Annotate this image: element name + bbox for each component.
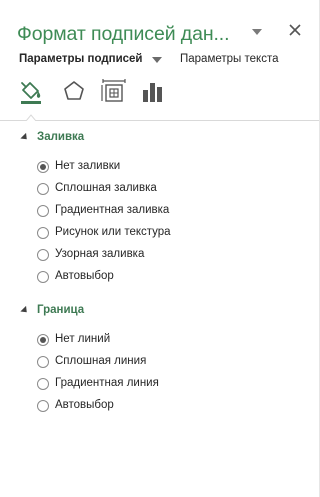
radio-label: Нет линий	[55, 333, 111, 345]
collapse-triangle-icon[interactable]	[20, 132, 30, 143]
pane-options-dropdown-icon[interactable]	[252, 29, 262, 35]
chevron-down-icon[interactable]	[152, 57, 162, 63]
radio-label: Автовыбор	[55, 270, 114, 282]
radio-button[interactable]	[37, 161, 49, 173]
collapse-triangle-icon[interactable]	[20, 305, 30, 316]
radio-label: Градиентная заливка	[55, 204, 170, 216]
radio-option-solid-fill[interactable]: Сплошная заливка	[0, 180, 320, 200]
radio-option-picture-texture-fill[interactable]: Рисунок или текстура	[0, 224, 320, 244]
radio-label: Градиентная линия	[55, 377, 159, 389]
radio-button[interactable]	[37, 334, 49, 346]
radio-option-automatic-fill[interactable]: Автовыбор	[0, 268, 320, 288]
radio-label: Узорная заливка	[55, 248, 145, 260]
section-border-header[interactable]: Граница	[0, 303, 320, 321]
radio-option-no-line[interactable]: Нет линий	[0, 331, 320, 351]
section-fill-header[interactable]: Заливка	[0, 130, 320, 148]
radio-label: Нет заливки	[55, 160, 121, 172]
section-title: Граница	[37, 304, 85, 316]
tab-text-options[interactable]: Параметры текста	[180, 53, 278, 65]
category-divider	[0, 120, 320, 121]
format-data-labels-pane: Формат подписей дан... Параметры подписе…	[0, 0, 320, 497]
pane-title-bar: Формат подписей дан...	[0, 0, 320, 46]
options-tabs: Параметры подписей Параметры текста	[0, 51, 320, 71]
radio-option-gradient-line[interactable]: Градиентная линия	[0, 375, 320, 395]
close-icon[interactable]	[287, 22, 303, 38]
tab-label-options[interactable]: Параметры подписей	[19, 53, 143, 65]
radio-button[interactable]	[37, 249, 49, 261]
category-icons-row	[0, 78, 320, 118]
radio-button[interactable]	[37, 400, 49, 412]
radio-button[interactable]	[37, 183, 49, 195]
radio-button[interactable]	[37, 227, 49, 239]
radio-button[interactable]	[37, 356, 49, 368]
radio-option-pattern-fill[interactable]: Узорная заливка	[0, 246, 320, 266]
radio-label: Сплошная линия	[55, 355, 147, 367]
radio-button[interactable]	[37, 205, 49, 217]
radio-button[interactable]	[37, 271, 49, 283]
active-category-caret-icon	[26, 114, 36, 121]
radio-option-no-fill[interactable]: Нет заливки	[0, 158, 320, 178]
radio-label: Сплошная заливка	[55, 182, 157, 194]
radio-label: Рисунок или текстура	[55, 226, 171, 238]
section-title: Заливка	[37, 131, 85, 143]
size-properties-icon[interactable]	[101, 78, 127, 106]
radio-option-gradient-fill[interactable]: Градиентная заливка	[0, 202, 320, 222]
radio-label: Автовыбор	[55, 399, 114, 411]
label-options-icon[interactable]	[140, 78, 166, 106]
pane-title: Формат подписей дан...	[17, 23, 230, 45]
effects-icon[interactable]	[61, 78, 87, 106]
radio-button[interactable]	[37, 378, 49, 390]
radio-option-solid-line[interactable]: Сплошная линия	[0, 353, 320, 373]
radio-option-automatic-line[interactable]: Автовыбор	[0, 397, 320, 417]
fill-line-icon[interactable]	[18, 78, 44, 106]
